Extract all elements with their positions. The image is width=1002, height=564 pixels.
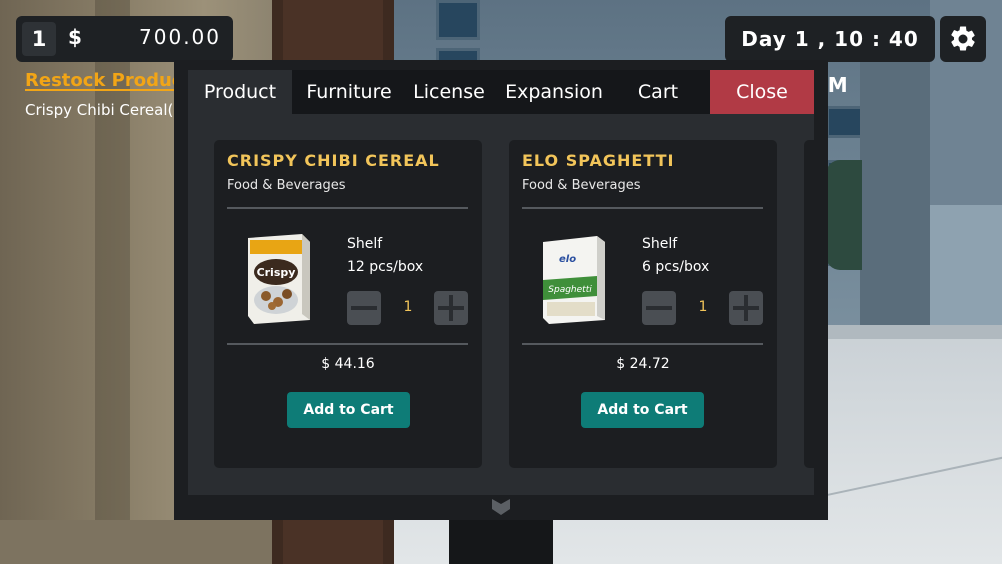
settings-button[interactable]: [940, 16, 986, 62]
pieces-per-box: 6 pcs/box: [642, 259, 710, 275]
shop-panel: Product Furniture License Expansion Cart…: [188, 70, 814, 495]
building-window: [436, 0, 480, 40]
plus-icon: [733, 295, 759, 321]
quantity-value: 1: [403, 299, 413, 315]
building-right-face: [930, 205, 1002, 330]
quantity-value: 1: [698, 299, 708, 315]
currency-symbol: $: [68, 25, 82, 49]
svg-text:Crispy: Crispy: [257, 266, 296, 279]
gear-icon: [951, 26, 975, 51]
add-to-cart-button[interactable]: Add to Cart: [581, 392, 704, 428]
svg-text:elo: elo: [559, 254, 576, 265]
add-to-cart-button[interactable]: Add to Cart: [287, 392, 410, 428]
divider: [227, 343, 468, 345]
display-type: Shelf: [347, 236, 383, 252]
pieces-per-box: 12 pcs/box: [347, 259, 424, 275]
level-badge: 1: [22, 22, 56, 56]
svg-text:Spaghetti: Spaghetti: [548, 285, 592, 295]
increase-quantity-button[interactable]: [729, 291, 763, 325]
spaghetti-box-icon: elo Spaghetti: [543, 236, 605, 324]
quest-title[interactable]: Restock Product: [25, 70, 191, 91]
building-pillar: [860, 60, 935, 330]
bush: [826, 160, 862, 270]
decrease-quantity-button[interactable]: [347, 291, 381, 325]
divider: [522, 343, 763, 345]
product-name: ELO SPAGHETTI: [522, 151, 675, 170]
monitor-logo-icon: [492, 499, 510, 515]
plus-icon: [438, 295, 464, 321]
close-button[interactable]: Close: [710, 70, 814, 114]
product-price: $ 24.72: [616, 356, 670, 372]
building-window: [826, 106, 864, 138]
divider: [227, 207, 468, 209]
minus-icon: [646, 306, 672, 310]
curb: [828, 325, 1002, 339]
cereal-box-icon: Crispy: [248, 234, 310, 324]
minus-icon: [351, 306, 377, 310]
tab-product[interactable]: Product: [188, 70, 292, 114]
decrease-quantity-button[interactable]: [642, 291, 676, 325]
tab-furniture[interactable]: Furniture: [292, 70, 406, 114]
money-amount: 700.00: [139, 25, 221, 49]
divider: [522, 207, 763, 209]
tab-expansion[interactable]: Expansion: [492, 70, 616, 114]
computer-stand: [449, 515, 553, 564]
product-category: Food & Beverages: [522, 178, 641, 193]
product-card: ELO SPAGHETTI Food & Beverages elo Spagh…: [509, 140, 777, 468]
money-display: 1 $ 700.00: [16, 16, 233, 62]
product-card-partial[interactable]: [804, 140, 814, 468]
product-category: Food & Beverages: [227, 178, 346, 193]
display-type: Shelf: [642, 236, 678, 252]
product-name: CRISPY CHIBI CEREAL: [227, 151, 440, 170]
product-price: $ 44.16: [321, 356, 375, 372]
increase-quantity-button[interactable]: [434, 291, 468, 325]
tab-license[interactable]: License: [406, 70, 492, 114]
tab-bar: Product Furniture License Expansion Cart…: [188, 70, 814, 114]
tab-cart[interactable]: Cart: [616, 70, 700, 114]
day-time-display: Day 1 , 10 : 40 AM: [725, 16, 935, 97]
product-card: CRISPY CHIBI CEREAL Food & Beverages Cri…: [214, 140, 482, 468]
store-floor: [0, 520, 272, 564]
